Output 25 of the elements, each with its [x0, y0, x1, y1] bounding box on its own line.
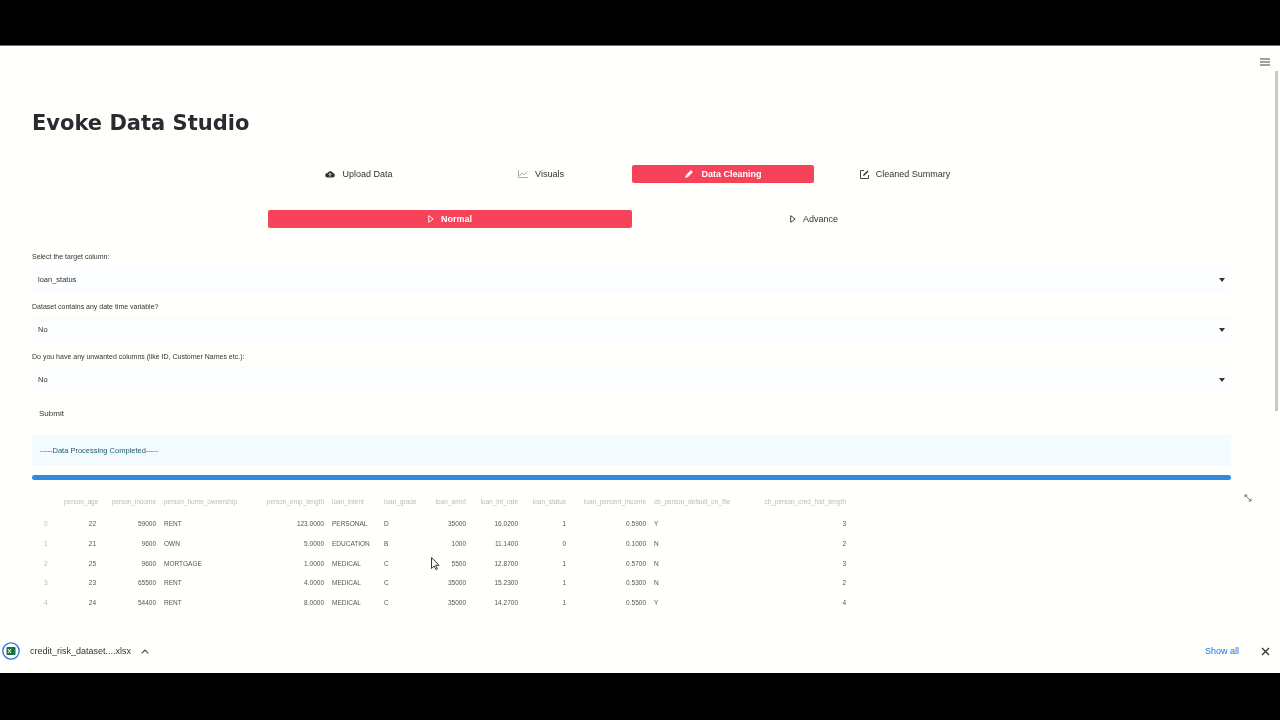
mouse-cursor-icon — [431, 557, 440, 570]
play-icon — [790, 215, 796, 223]
tab[interactable]: Upload Data — [268, 165, 450, 183]
caret-up-icon[interactable] — [141, 648, 150, 654]
tab[interactable]: Normal — [268, 210, 632, 228]
play-icon — [428, 215, 434, 223]
download-file-name[interactable]: credit_risk_dataset....xlsx — [30, 646, 132, 656]
page-title: Evoke Data Studio — [32, 111, 251, 137]
cloud-upload-icon — [325, 170, 336, 178]
scrollbar[interactable] — [1275, 71, 1278, 411]
pencil-icon — [684, 169, 695, 179]
show-all-link[interactable]: Show all — [1204, 646, 1239, 656]
menu-icon[interactable] — [1260, 58, 1270, 66]
tab[interactable]: Advance — [632, 210, 996, 228]
dropdown-caret-icon — [1219, 377, 1225, 382]
tab[interactable]: Visuals — [450, 165, 632, 183]
dropdown-caret-icon — [1219, 277, 1225, 282]
tab[interactable]: Data Cleaning — [632, 165, 814, 183]
submit-button[interactable]: Submit — [32, 403, 71, 424]
dropdown-caret-icon — [1219, 327, 1225, 332]
edit-icon — [859, 169, 869, 179]
tab[interactable]: Cleaned Summary — [814, 165, 996, 183]
close-icon[interactable] — [1261, 646, 1270, 656]
expand-icon[interactable] — [1244, 494, 1252, 502]
line-chart-icon — [518, 170, 529, 178]
